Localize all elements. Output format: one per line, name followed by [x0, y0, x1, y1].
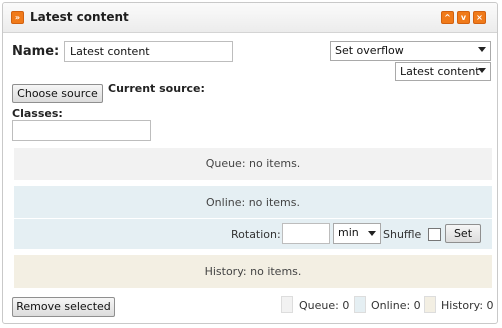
chevron-up-icon[interactable]: ^: [441, 11, 454, 24]
double-chevron-down-icon[interactable]: »: [11, 11, 24, 24]
chevron-down-icon: [368, 231, 376, 236]
queue-count: Queue: 0: [299, 299, 350, 312]
content-select-value: Latest content: [400, 65, 480, 78]
remove-selected-button[interactable]: Remove selected: [12, 297, 115, 317]
rotation-unit-select[interactable]: min: [333, 223, 381, 244]
rotation-row: Rotation: min Shuffle Set: [14, 219, 492, 249]
rotation-unit-value: min: [338, 226, 359, 239]
shuffle-checkbox[interactable]: [428, 228, 441, 241]
classes-label: Classes:: [12, 107, 63, 120]
content-select[interactable]: Latest content: [395, 62, 491, 81]
overflow-select-value: Set overflow: [335, 44, 404, 57]
classes-input[interactable]: [12, 120, 151, 141]
history-count: History: 0: [441, 299, 494, 312]
chevron-down-icon: [478, 68, 486, 73]
queue-empty-text: Queue: no items.: [205, 157, 301, 170]
chevron-down-icon[interactable]: v: [457, 11, 470, 24]
rotation-input[interactable]: [282, 223, 330, 244]
chevron-down-icon: [478, 47, 486, 52]
shuffle-label: Shuffle: [383, 228, 422, 241]
history-legend-swatch: [424, 296, 436, 313]
panel-title: Latest content: [30, 10, 129, 24]
online-empty-text: Online: no items.: [206, 196, 300, 209]
choose-source-button[interactable]: Choose source: [12, 84, 103, 103]
rotation-label: Rotation:: [231, 228, 281, 241]
online-legend-swatch: [354, 296, 366, 313]
online-count: Online: 0: [371, 299, 421, 312]
set-rotation-button[interactable]: Set: [445, 224, 481, 243]
content-panel: » Latest content ^ v × Name: Latest cont…: [2, 2, 498, 324]
queue-legend-swatch: [281, 296, 293, 313]
history-area: History: no items.: [14, 255, 492, 288]
panel-titlebar: » Latest content ^ v ×: [3, 3, 497, 33]
close-icon[interactable]: ×: [473, 11, 486, 24]
name-label: Name:: [12, 44, 60, 59]
queue-area: Queue: no items.: [14, 148, 492, 180]
online-area: Online: no items.: [14, 186, 492, 219]
name-input[interactable]: Latest content: [64, 41, 233, 62]
overflow-select[interactable]: Set overflow: [330, 41, 491, 61]
history-empty-text: History: no items.: [204, 265, 302, 278]
current-source-label: Current source:: [108, 82, 205, 95]
